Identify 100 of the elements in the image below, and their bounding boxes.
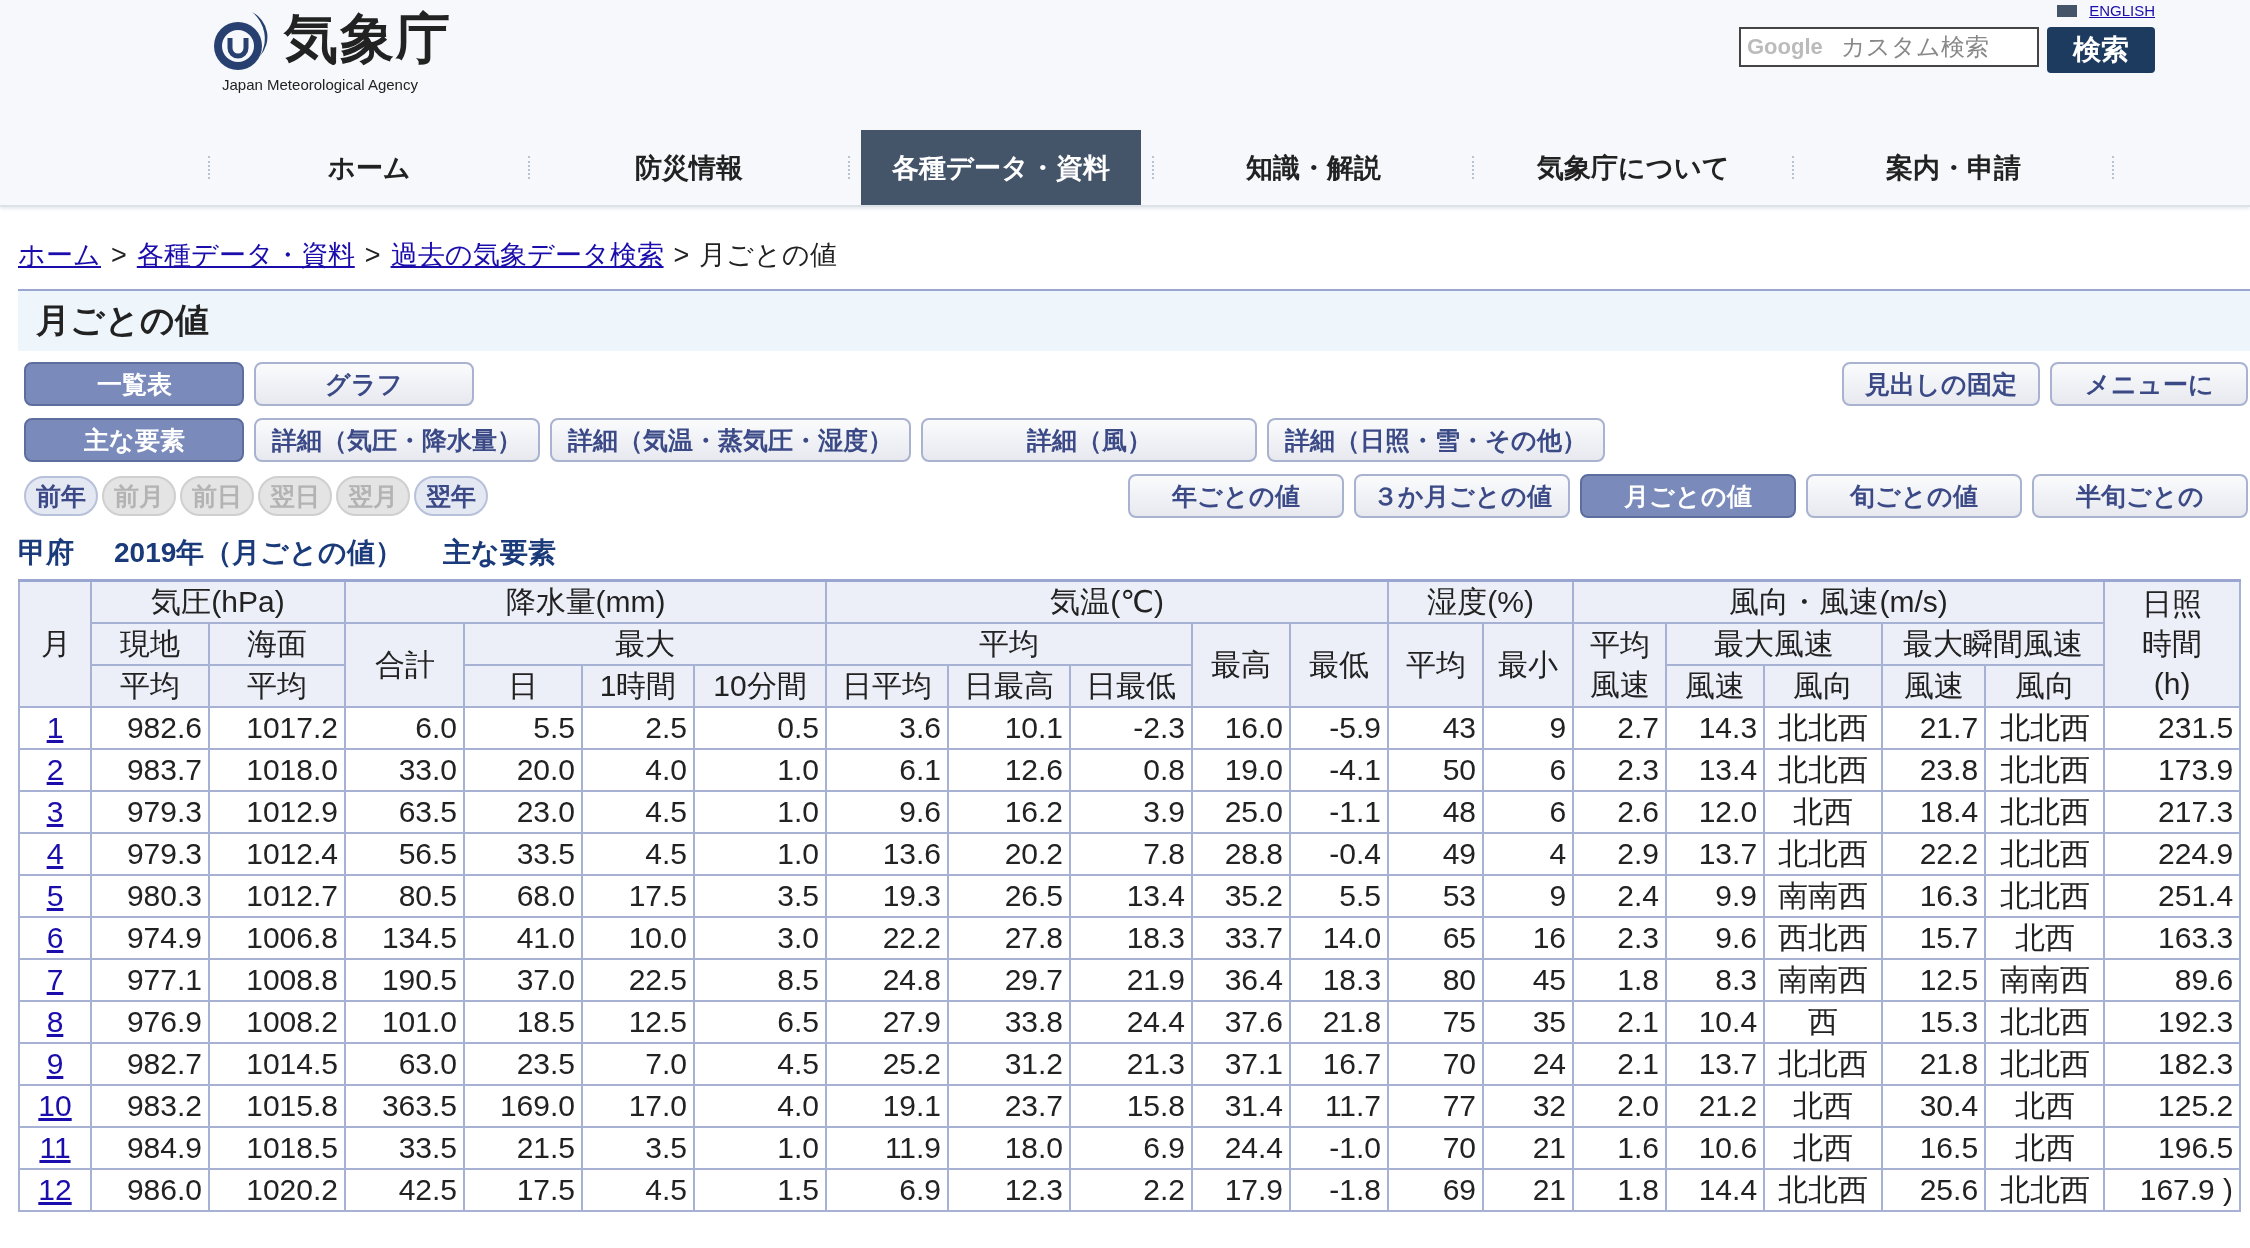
table-cell: 1015.8: [209, 1085, 345, 1127]
table-cell: 22.5: [582, 959, 694, 1001]
table-cell: 25.6: [1882, 1169, 1986, 1211]
column-header: 降水量(mm): [345, 580, 827, 623]
table-cell: 9: [1483, 707, 1574, 749]
breadcrumb-link[interactable]: 過去の気象データ検索: [390, 237, 664, 273]
table-cell: 北北西: [1985, 1169, 2105, 1211]
column-header: 最小: [1498, 647, 1559, 683]
breadcrumb-link[interactable]: 各種データ・資料: [136, 237, 355, 273]
period-button[interactable]: 旬ごとの値: [1806, 474, 2022, 518]
month-link[interactable]: 1: [46, 711, 64, 744]
nav-tab[interactable]: 防災情報: [530, 130, 848, 205]
month-link[interactable]: 6: [46, 921, 64, 954]
tool-button[interactable]: メニューに: [2050, 362, 2248, 406]
month-link[interactable]: 4: [46, 837, 64, 870]
table-cell: 21.2: [1666, 1085, 1765, 1127]
nav-tab[interactable]: 気象庁について: [1474, 130, 1792, 205]
table-cell: 北西: [1985, 1085, 2105, 1127]
nav-tab[interactable]: 知識・解説: [1154, 130, 1472, 205]
month-link[interactable]: 12: [38, 1173, 72, 1206]
table-cell: 1.5: [694, 1169, 827, 1211]
table-cell: 北西: [1764, 1085, 1883, 1127]
table-cell: 18.0: [948, 1127, 1071, 1169]
table-cell: 北北西: [1764, 833, 1883, 875]
month-link[interactable]: 9: [46, 1047, 64, 1080]
breadcrumb-link[interactable]: ホーム: [18, 237, 101, 273]
table-cell: 182.3: [2104, 1043, 2241, 1085]
column-header: 日最高: [948, 665, 1071, 707]
table-cell: 42.5: [345, 1169, 464, 1211]
page-title: 月ごとの値: [36, 300, 209, 341]
table-cell: 35.2: [1192, 875, 1291, 917]
table-cell: 19.3: [826, 875, 949, 917]
table-cell: 北北西: [1985, 875, 2105, 917]
english-link[interactable]: ENGLISH: [2089, 2, 2155, 20]
table-cell: 6: [1483, 791, 1574, 833]
table-cell: 3.6: [826, 707, 949, 749]
agency-name: 気象庁: [284, 8, 452, 68]
table-cell: 80: [1388, 959, 1484, 1001]
element-button[interactable]: 詳細（気圧・降水量）: [254, 418, 540, 462]
table-cell: 24.8: [826, 959, 949, 1001]
table-cell: 1.0: [694, 749, 827, 791]
breadcrumb-separator: >: [111, 239, 127, 271]
search-button[interactable]: 検索: [2047, 27, 2155, 73]
table-cell: 167.9 ): [2104, 1169, 2241, 1211]
column-header: 気温(℃): [826, 580, 1389, 623]
nav-tab[interactable]: 案内・申請: [1794, 130, 2112, 205]
table-cell: 北北西: [1764, 1169, 1883, 1211]
month-link[interactable]: 7: [46, 963, 64, 996]
element-button[interactable]: 詳細（気温・蒸気圧・湿度）: [550, 418, 911, 462]
column-header: 平均: [826, 623, 1193, 665]
period-button[interactable]: ３か月ごとの値: [1354, 474, 1570, 518]
table-cell: 251.4: [2104, 875, 2241, 917]
date-button[interactable]: 前年: [24, 476, 98, 516]
table-cell: 16.5: [1882, 1127, 1986, 1169]
table-cell: 984.9: [91, 1127, 209, 1169]
table-cell: 南南西: [1985, 959, 2105, 1001]
month-link[interactable]: 2: [46, 753, 64, 786]
table-cell: 北北西: [1764, 749, 1883, 791]
table-cell: 9.6: [826, 791, 949, 833]
month-link[interactable]: 11: [39, 1131, 71, 1164]
date-button[interactable]: 翌年: [414, 476, 488, 516]
table-cell: 32: [1483, 1085, 1574, 1127]
table-cell: 21.9: [1070, 959, 1193, 1001]
tool-button[interactable]: 見出しの固定: [1842, 362, 2040, 406]
table-cell: 2.4: [1573, 875, 1667, 917]
month-link[interactable]: 10: [38, 1089, 72, 1122]
table-cell: 77: [1388, 1085, 1484, 1127]
table-cell: 35: [1483, 1001, 1574, 1043]
table-cell: 4: [1483, 833, 1574, 875]
table-cell: 北西: [1985, 1127, 2105, 1169]
table-cell: 20.2: [948, 833, 1071, 875]
table-cell: 974.9: [91, 917, 209, 959]
table-cell: 1018.5: [209, 1127, 345, 1169]
month-link[interactable]: 8: [46, 1005, 64, 1038]
column-header: 平均: [91, 665, 209, 707]
table-cell: 1.0: [694, 1127, 827, 1169]
table-cell: 2.1: [1573, 1043, 1667, 1085]
table-cell: 北北西: [1764, 1043, 1883, 1085]
table-cell: 0.5: [694, 707, 827, 749]
month-link[interactable]: 3: [46, 795, 64, 828]
table-cell: 南南西: [1764, 875, 1883, 917]
period-button[interactable]: 半旬ごとの: [2032, 474, 2248, 518]
table-cell: 14.4: [1666, 1169, 1765, 1211]
period-button[interactable]: 年ごとの値: [1128, 474, 1344, 518]
table-cell: 17.5: [464, 1169, 582, 1211]
table-cell: 21.7: [1882, 707, 1986, 749]
table-cell: 北北西: [1985, 749, 2105, 791]
nav-tab[interactable]: ホーム: [210, 130, 528, 205]
period-label: 2019年（月ごとの値）: [114, 536, 404, 570]
element-button[interactable]: 詳細（日照・雪・その他）: [1267, 418, 1605, 462]
view-button[interactable]: グラフ: [254, 362, 474, 406]
element-button[interactable]: 詳細（風）: [921, 418, 1257, 462]
table-cell: 7.8: [1070, 833, 1193, 875]
table-cell: 50: [1388, 749, 1484, 791]
column-header: 気圧(hPa): [91, 580, 345, 623]
nav-tab[interactable]: 各種データ・資料: [861, 130, 1141, 205]
table-cell: 13.4: [1070, 875, 1193, 917]
month-link[interactable]: 5: [46, 879, 64, 912]
column-header: 現地: [91, 623, 209, 665]
table-cell: 6.9: [826, 1169, 949, 1211]
